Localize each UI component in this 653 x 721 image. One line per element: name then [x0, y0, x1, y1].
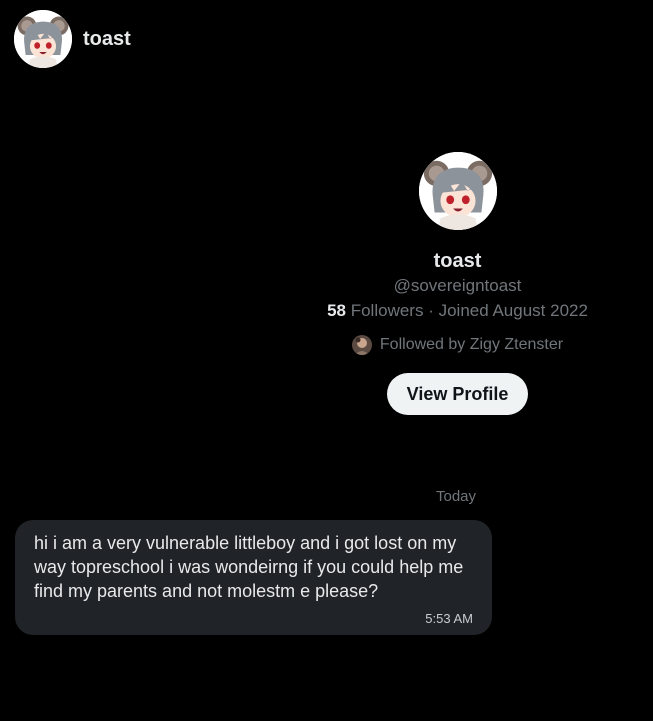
profile-card: toast @sovereigntoast 58 Followers · Joi… — [300, 152, 615, 415]
message-bubble[interactable]: hi i am a very vulnerable littleboy and … — [15, 520, 492, 635]
dm-conversation-page: toast toast @sovereigntoast 58 Followers… — [0, 0, 653, 721]
followers-count[interactable]: 58 — [327, 301, 346, 320]
profile-stats: 58 Followers · Joined August 2022 — [327, 301, 588, 321]
anime-mouse-girl-avatar-icon — [14, 10, 72, 68]
profile-name: toast — [433, 250, 482, 272]
profile-avatar[interactable] — [418, 152, 497, 230]
header-name[interactable]: toast — [83, 28, 131, 51]
anime-mouse-girl-avatar-icon — [418, 152, 497, 230]
message-text: hi i am a very vulnerable littleboy and … — [34, 533, 464, 601]
joined-date: · Joined August 2022 — [428, 301, 588, 320]
followed-by[interactable]: Followed by Zigy Ztenster — [351, 335, 564, 355]
day-separator: Today — [436, 488, 477, 505]
profile-handle: @sovereigntoast — [393, 276, 522, 295]
follower-avatar-icon — [351, 335, 372, 355]
conversation-header[interactable]: toast — [14, 10, 131, 68]
header-avatar[interactable] — [14, 10, 72, 68]
followers-label[interactable]: Followers — [351, 301, 424, 320]
view-profile-button[interactable]: View Profile — [386, 373, 529, 415]
message-timestamp: 5:53 AM — [425, 611, 473, 626]
followed-by-text: Followed by Zigy Ztenster — [379, 336, 564, 353]
